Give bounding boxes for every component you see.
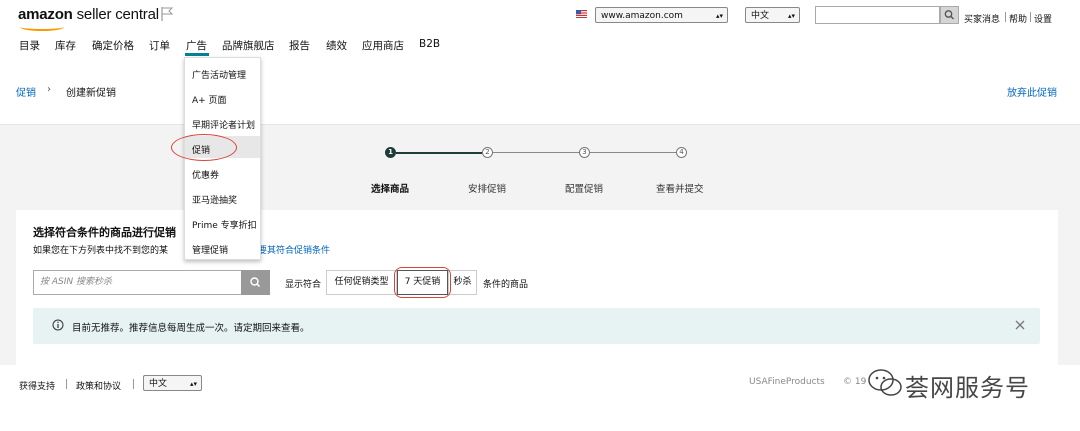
- alert-message: 目前无推荐。推荐信息每周生成一次。请定期回来查看。: [72, 323, 310, 334]
- breadcrumb-current: 创建新促销: [66, 88, 116, 99]
- asin-search-button[interactable]: [241, 270, 270, 295]
- step-3-indicator: 3: [579, 147, 590, 158]
- step-3-label: 配置促销: [565, 184, 604, 195]
- nav-advertising[interactable]: 广告: [186, 38, 207, 53]
- nav-inventory[interactable]: 库存: [55, 38, 76, 53]
- step-connector: [396, 152, 482, 154]
- step-4-label: 查看并提交: [656, 184, 704, 195]
- step-connector: [590, 152, 676, 153]
- active-nav-indicator: [185, 53, 209, 56]
- select-arrows-icon: ▴▾: [715, 12, 723, 20]
- step-2-indicator: 2: [482, 147, 493, 158]
- divider: [133, 379, 134, 389]
- footer-policy-link[interactable]: 政策和协议: [76, 379, 121, 392]
- filter-lightning-deal[interactable]: 秒杀: [448, 270, 477, 295]
- filter-prefix: 显示符合: [285, 280, 322, 290]
- divider: [1005, 12, 1006, 22]
- buyer-messages-link[interactable]: 买家消息: [964, 12, 1000, 25]
- info-icon: [52, 319, 64, 331]
- breadcrumb-promotions[interactable]: 促销: [16, 84, 36, 99]
- asin-search-input[interactable]: 按 ASIN 搜索秒杀: [33, 270, 242, 295]
- menu-prime-discount[interactable]: Prime 专享折扣: [192, 218, 257, 231]
- menu-coupons[interactable]: 优惠券: [192, 168, 219, 181]
- header-search-button[interactable]: [940, 6, 959, 24]
- language-select[interactable]: 中文 ▴▾: [745, 7, 800, 23]
- menu-a-plus-content[interactable]: A+ 页面: [192, 93, 227, 106]
- marketplace-select[interactable]: www.amazon.com ▴▾: [595, 7, 728, 23]
- menu-early-reviewer[interactable]: 早期评论者计划: [192, 118, 255, 131]
- annotation-circle-promotions: [171, 134, 237, 161]
- footer-copyright: © 19: [843, 377, 867, 387]
- header-search-input[interactable]: [815, 6, 940, 24]
- divider: [1030, 12, 1031, 22]
- breadcrumb-bar: [0, 58, 1080, 125]
- footer-account-name: USAFineProducts: [749, 377, 825, 387]
- step-1-indicator: 1: [385, 147, 396, 158]
- eligibility-link[interactable]: 要其符合促销条件: [258, 243, 330, 256]
- flag-icon[interactable]: [160, 6, 174, 22]
- amazon-seller-central-logo[interactable]: amazon seller central: [18, 6, 159, 31]
- settings-link[interactable]: 设置: [1034, 12, 1052, 25]
- us-flag-icon: [576, 10, 587, 18]
- search-icon: [250, 277, 261, 288]
- close-icon[interactable]: [1014, 319, 1026, 331]
- annotation-circle-7-day: [394, 267, 451, 298]
- menu-giveaway[interactable]: 亚马逊抽奖: [192, 193, 237, 206]
- nav-catalog[interactable]: 目录: [19, 38, 40, 53]
- select-arrows-icon: ▴▾: [189, 380, 197, 388]
- menu-manage-promotions[interactable]: 管理促销: [192, 243, 228, 256]
- nav-pricing[interactable]: 确定价格: [92, 38, 134, 53]
- step-connector: [493, 152, 579, 153]
- nav-orders[interactable]: 订单: [149, 38, 170, 53]
- select-arrows-icon: ▴▾: [787, 12, 795, 20]
- footer-support-link[interactable]: 获得支持: [19, 379, 55, 392]
- help-link[interactable]: 帮助: [1009, 12, 1027, 25]
- nav-stores[interactable]: 品牌旗舰店: [222, 38, 275, 53]
- step-2-label: 安排促销: [468, 184, 507, 195]
- discard-promotion-link[interactable]: 放弃此促销: [1007, 84, 1057, 99]
- step-1-label: 选择商品: [371, 184, 410, 195]
- nav-b2b[interactable]: B2B: [419, 38, 440, 50]
- breadcrumb-separator: ›: [47, 84, 51, 95]
- menu-campaign-manager[interactable]: 广告活动管理: [192, 68, 246, 81]
- smile-logo-mark: [20, 23, 64, 31]
- nav-performance[interactable]: 绩效: [326, 38, 347, 53]
- footer-language-select[interactable]: 中文 ▴▾: [143, 375, 202, 391]
- card-subtitle: 如果您在下方列表中找不到您的某: [33, 246, 169, 256]
- filter-any-type[interactable]: 任何促销类型: [326, 270, 397, 295]
- search-icon: [944, 10, 954, 20]
- nav-reports[interactable]: 报告: [289, 38, 310, 53]
- card-title: 选择符合条件的商品进行促销: [33, 226, 176, 239]
- divider: [66, 379, 67, 389]
- wechat-watermark-icon: [868, 369, 902, 396]
- nav-appstore[interactable]: 应用商店: [362, 38, 404, 53]
- watermark-text: 荟网服务号: [905, 374, 1030, 402]
- step-4-indicator: 4: [676, 147, 687, 158]
- filter-suffix: 条件的商品: [483, 280, 529, 290]
